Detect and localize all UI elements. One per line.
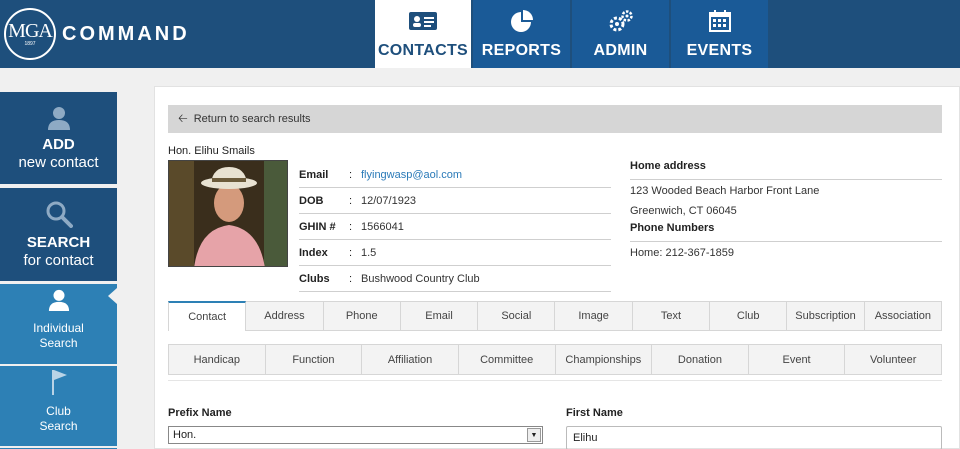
tab-affiliation[interactable]: Affiliation — [362, 344, 459, 375]
sidebar-search-subtitle: for contact — [23, 252, 94, 269]
sidebar-club-search[interactable]: Club Search — [0, 366, 117, 446]
calendar-icon — [708, 10, 732, 32]
detail-tabs-secondary: Handicap Function Affiliation Committee … — [168, 344, 942, 375]
app-title: COMMAND — [62, 22, 190, 45]
tab-text[interactable]: Text — [632, 301, 711, 331]
dob-label: DOB — [299, 194, 324, 207]
logo-text: MGA — [8, 20, 53, 42]
person-icon — [0, 289, 117, 311]
app-logo[interactable]: MGA 1897 COMMAND — [4, 8, 190, 60]
pie-chart-icon — [509, 10, 535, 32]
section-divider — [168, 380, 942, 381]
contact-name: Hon. Elihu Smails — [168, 145, 255, 157]
tab-function[interactable]: Function — [265, 344, 363, 375]
home-address-heading: Home address — [630, 160, 942, 180]
sidebar-search-contact[interactable]: SEARCH for contact — [0, 188, 117, 281]
index-row: Index : 1.5 — [299, 240, 611, 266]
active-item-indicator — [108, 288, 117, 304]
chevron-down-icon[interactable]: ▼ — [527, 428, 541, 442]
ghin-label: GHIN # — [299, 220, 336, 233]
contact-detail-panel: 🡠 Return to search results Hon. Elihu Sm… — [154, 86, 960, 449]
home-phone: Home: 212-367-1859 — [630, 247, 734, 259]
tab-handicap[interactable]: Handicap — [168, 344, 266, 375]
clubs-value: Bushwood Country Club — [361, 272, 480, 285]
contact-photo — [168, 160, 288, 267]
return-label: Return to search results — [193, 113, 311, 125]
tab-reports-label: REPORTS — [481, 42, 562, 59]
first-name-input[interactable]: Elihu — [566, 426, 942, 449]
tab-events[interactable]: EVENTS — [671, 0, 768, 68]
sidebar-individual-sublabel: Search — [39, 336, 78, 350]
tab-contacts-label: CONTACTS — [377, 42, 469, 59]
index-label: Index — [299, 246, 328, 259]
tab-email[interactable]: Email — [400, 301, 479, 331]
prefix-name-select[interactable]: Hon. ▼ — [168, 426, 543, 444]
ghin-value: 1566041 — [361, 220, 404, 233]
mga-logo-icon: MGA 1897 — [4, 8, 56, 60]
dob-row: DOB : 12/07/1923 — [299, 188, 611, 214]
tab-contact[interactable]: Contact — [168, 301, 247, 331]
logo-year: 1897 — [24, 41, 36, 47]
prefix-name-label: Prefix Name — [168, 407, 232, 419]
tab-admin-label: ADMIN — [593, 42, 648, 59]
tab-phone[interactable]: Phone — [323, 301, 401, 331]
detail-tabs-primary: Contact Address Phone Email Social Image… — [168, 301, 942, 331]
email-link[interactable]: flyingwasp@aol.com — [361, 169, 462, 181]
gears-icon — [607, 10, 635, 32]
tab-social[interactable]: Social — [478, 301, 556, 331]
tab-volunteer[interactable]: Volunteer — [845, 344, 942, 375]
sidebar-club-sublabel: Search — [39, 419, 78, 433]
clubs-row: Clubs : Bushwood Country Club — [299, 266, 611, 292]
tab-admin[interactable]: ADMIN — [572, 0, 669, 68]
address-line-2: Greenwich, CT 06045 — [630, 205, 737, 217]
tab-image[interactable]: Image — [555, 301, 633, 331]
prefix-name-value: Hon. — [173, 429, 197, 441]
person-icon — [0, 106, 117, 130]
first-name-label: First Name — [566, 407, 623, 419]
tab-donation[interactable]: Donation — [652, 344, 749, 375]
tab-association[interactable]: Association — [864, 301, 942, 331]
address-line-1: 123 Wooded Beach Harbor Front Lane — [630, 185, 820, 197]
sidebar-add-title: ADD — [42, 136, 75, 153]
sidebar-club-label: Club — [46, 404, 71, 418]
sidebar-add-subtitle: new contact — [18, 154, 99, 171]
flag-icon — [0, 368, 117, 396]
email-label: Email — [299, 168, 329, 181]
tab-subscription[interactable]: Subscription — [787, 301, 865, 331]
return-to-search-button[interactable]: 🡠 Return to search results — [168, 105, 942, 133]
tab-committee[interactable]: Committee — [458, 344, 556, 375]
tab-reports[interactable]: REPORTS — [473, 0, 570, 68]
index-value: 1.5 — [361, 246, 377, 259]
clubs-label: Clubs — [299, 272, 330, 285]
tab-event[interactable]: Event — [748, 344, 846, 375]
sidebar-individual-search[interactable]: Individual Search — [0, 284, 117, 364]
email-row: Email : flyingwasp@aol.com — [299, 162, 611, 188]
ghin-row: GHIN # : 1566041 — [299, 214, 611, 240]
magnifier-icon — [0, 200, 117, 228]
sidebar-search-title: SEARCH — [26, 234, 91, 251]
tab-contacts[interactable]: CONTACTS — [375, 0, 471, 68]
contact-card-icon — [408, 10, 438, 32]
phone-numbers-heading: Phone Numbers — [630, 222, 942, 242]
tab-championships[interactable]: Championships — [555, 344, 653, 375]
tab-address[interactable]: Address — [246, 301, 324, 331]
sidebar-add-contact[interactable]: ADD new contact — [0, 92, 117, 184]
sidebar-individual-label: Individual — [33, 321, 84, 335]
dob-value: 12/07/1923 — [361, 194, 417, 207]
tab-events-label: EVENTS — [686, 42, 753, 59]
arrow-left-icon: 🡠 — [178, 110, 188, 125]
tab-club[interactable]: Club — [710, 301, 788, 331]
